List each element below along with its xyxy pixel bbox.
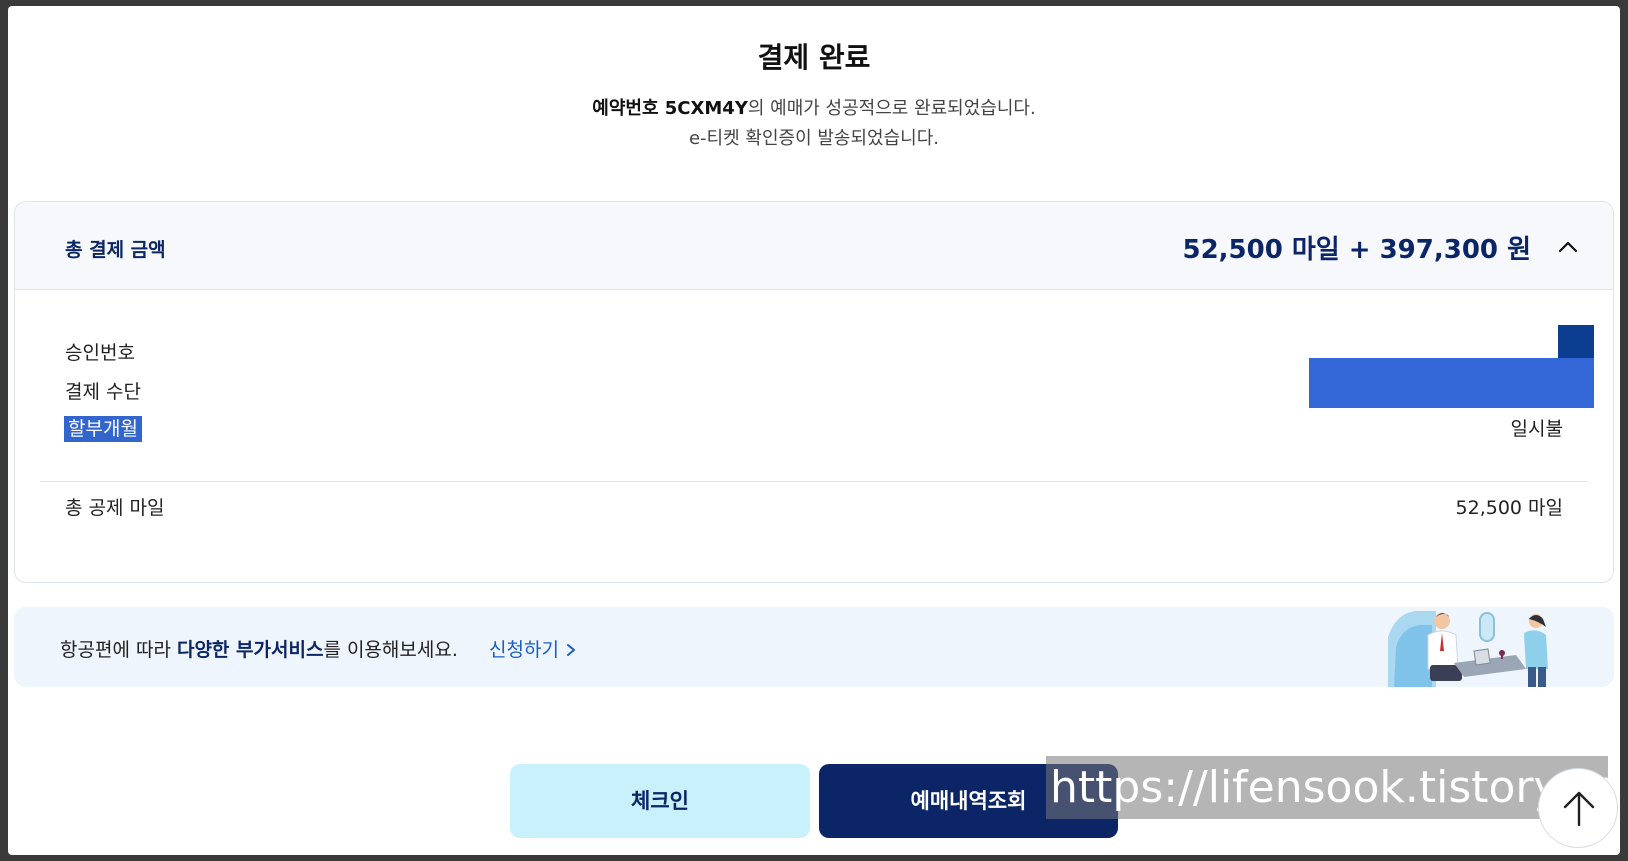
payment-method-label: 결제 수단 <box>65 381 141 403</box>
cabin-service-illustration <box>1388 611 1548 687</box>
banner-text-post: 를 이용해보세요. <box>323 639 458 661</box>
approval-number-label: 승인번호 <box>65 342 135 364</box>
extra-services-banner: 항공편에 따라 다양한 부가서비스를 이용해보세요. 신청하기 <box>14 607 1614 687</box>
reservation-number: 예약번호 5CXM4Y <box>592 98 748 119</box>
total-payment-label: 총 결제 금액 <box>65 239 166 261</box>
banner-text-bold: 다양한 부가서비스 <box>176 639 324 661</box>
page-title: 결제 완료 <box>757 41 871 74</box>
chevron-up-icon[interactable] <box>1557 236 1579 258</box>
banner-text: 항공편에 따라 다양한 부가서비스를 이용해보세요. <box>60 635 458 662</box>
payment-complete-page: 결제 완료 예약번호 5CXM4Y의 예매가 성공적으로 완료되었습니다. e-… <box>8 6 1620 855</box>
total-miles-value: 52,500 마일 <box>1455 497 1563 519</box>
checkin-button[interactable]: 체크인 <box>510 764 810 838</box>
total-payment-amount: 52,500 마일 + 397,300 원 <box>1182 235 1531 265</box>
banner-text-pre: 항공편에 따라 <box>60 639 177 661</box>
total-miles-label: 총 공제 마일 <box>65 497 165 519</box>
redaction-block <box>1309 358 1594 408</box>
redaction-block <box>1558 325 1594 359</box>
installment-label-text: 할부개월 <box>64 416 142 442</box>
payment-summary-panel: 총 결제 금액 52,500 마일 + 397,300 원 승인번호 결제 수단… <box>14 201 1614 583</box>
apply-link-label: 신청하기 <box>489 639 559 661</box>
scroll-top-button[interactable] <box>1538 768 1618 848</box>
chevron-right-icon <box>566 644 575 656</box>
watermark-url: https://lifensook.tistory.com <box>1046 756 1608 819</box>
divider <box>40 481 1588 482</box>
completion-text: 의 예매가 성공적으로 완료되었습니다. <box>747 98 1036 119</box>
eticket-message: e-티켓 확인증이 발송되었습니다. <box>688 128 939 149</box>
completion-message: 예약번호 5CXM4Y의 예매가 성공적으로 완료되었습니다. e-티켓 확인증… <box>8 94 1620 154</box>
payment-summary-header[interactable]: 총 결제 금액 52,500 마일 + 397,300 원 <box>15 202 1613 290</box>
installment-label: 할부개월 <box>64 414 142 442</box>
arrow-up-icon <box>1563 791 1595 827</box>
apply-link[interactable]: 신청하기 <box>489 635 577 662</box>
installment-value: 일시불 <box>1510 418 1563 440</box>
